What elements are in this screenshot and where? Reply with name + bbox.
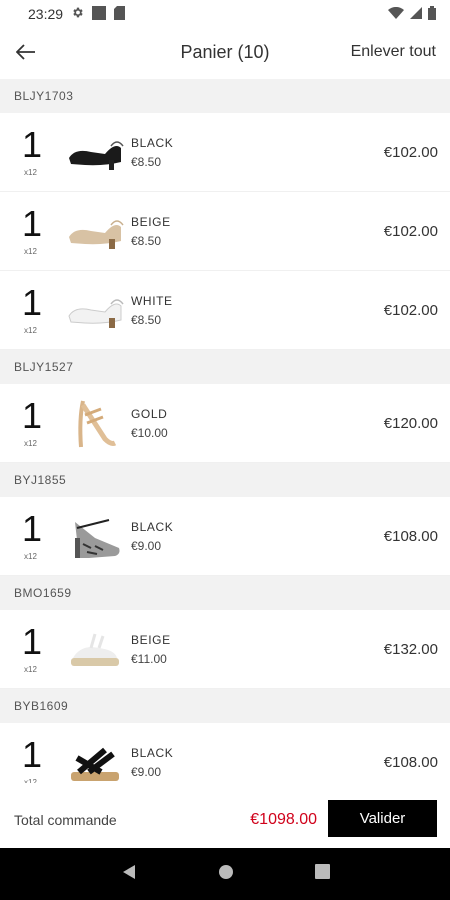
item-color: BEIGE bbox=[131, 214, 171, 229]
quantity[interactable]: 1 x12 bbox=[0, 723, 62, 784]
item-info: GOLD €10.00 bbox=[131, 407, 168, 440]
status-bar: 23:29 bbox=[0, 0, 450, 28]
item-unit-price: €9.00 bbox=[131, 538, 162, 553]
cart-item[interactable]: 1 x12 BLACK €8.50 €102.00 bbox=[0, 113, 450, 192]
item-total: €108.00 bbox=[383, 754, 438, 771]
item-color: BLACK bbox=[131, 519, 174, 534]
cart-item[interactable]: 1 x12 GOLD €10.00 €120.00 bbox=[0, 384, 450, 463]
item-color: GOLD bbox=[131, 406, 168, 421]
battery-icon bbox=[428, 5, 436, 23]
item-total: €132.00 bbox=[383, 640, 438, 658]
cart-item[interactable]: 1 x12 BEIGE €11.00 €132.00 bbox=[0, 610, 450, 689]
total-value: €1098.00 bbox=[250, 811, 317, 828]
quantity-value: 1 bbox=[22, 202, 43, 244]
quantity-value: 1 bbox=[22, 281, 43, 323]
quantity-multiplier: x12 bbox=[24, 664, 37, 674]
item-total: €108.00 bbox=[383, 527, 438, 545]
group-header: BLJY1527 bbox=[0, 350, 450, 384]
wifi-icon bbox=[388, 6, 404, 22]
signal-icon bbox=[410, 6, 422, 22]
quantity[interactable]: 1 x12 bbox=[0, 497, 62, 576]
group-header: BYJ1855 bbox=[0, 463, 450, 497]
back-arrow-icon[interactable] bbox=[0, 28, 52, 76]
app-square-icon bbox=[92, 5, 107, 23]
quantity[interactable]: 1 x12 bbox=[0, 610, 62, 689]
item-color: BEIGE bbox=[131, 632, 171, 647]
item-info: BLACK €9.00 bbox=[131, 520, 173, 553]
quantity[interactable]: 1 x12 bbox=[0, 192, 62, 271]
product-image bbox=[62, 733, 128, 784]
total-label: Total commande bbox=[14, 812, 117, 828]
settings-gear-icon bbox=[71, 6, 84, 22]
quantity-value: 1 bbox=[22, 123, 43, 165]
product-image bbox=[62, 201, 128, 261]
item-unit-price: €8.50 bbox=[131, 233, 162, 248]
cart-item[interactable]: 1 x12 WHITE €8.50 €102.00 bbox=[0, 271, 450, 350]
cart-list[interactable]: BLJY1703 1 x12 BLACK €8.50 €102.00 1 x12 BEIGE €8… bbox=[0, 79, 450, 783]
clear-all-button[interactable]: Enlever tout bbox=[351, 43, 436, 61]
item-info: BLACK €8.50 bbox=[131, 136, 173, 169]
item-total: €120.00 bbox=[383, 414, 438, 432]
quantity-multiplier: x12 bbox=[24, 325, 37, 335]
item-color: BLACK bbox=[131, 746, 174, 760]
quantity-value: 1 bbox=[22, 394, 43, 436]
quantity-value: 1 bbox=[22, 620, 43, 662]
quantity-multiplier: x12 bbox=[24, 551, 37, 561]
item-unit-price: €8.50 bbox=[131, 312, 162, 327]
nav-recents-icon[interactable] bbox=[314, 864, 330, 884]
item-info: WHITE €8.50 bbox=[131, 294, 173, 327]
quantity-value: 1 bbox=[22, 507, 43, 549]
group-header: BYB1609 bbox=[0, 689, 450, 723]
item-unit-price: €8.50 bbox=[131, 154, 162, 169]
app-bar: Panier (10) Enlever tout bbox=[0, 28, 450, 76]
item-info: BLACK €9.00 bbox=[131, 746, 173, 779]
sd-card-icon bbox=[114, 5, 126, 23]
quantity-multiplier: x12 bbox=[24, 438, 37, 448]
validate-button[interactable]: Valider bbox=[328, 800, 437, 837]
quantity[interactable]: 1 x12 bbox=[0, 271, 62, 350]
quantity-multiplier: x12 bbox=[24, 778, 37, 783]
nav-home-icon[interactable] bbox=[218, 864, 234, 885]
item-total: €102.00 bbox=[383, 222, 438, 240]
item-total: €102.00 bbox=[383, 301, 438, 319]
product-image bbox=[62, 393, 128, 453]
cart-item[interactable]: 1 x12 BLACK €9.00 €108.00 bbox=[0, 723, 450, 784]
product-image bbox=[62, 619, 128, 679]
item-color: BLACK bbox=[131, 135, 174, 150]
quantity[interactable]: 1 x12 bbox=[0, 384, 62, 463]
status-time: 23:29 bbox=[28, 6, 64, 22]
system-nav-bar bbox=[0, 848, 450, 900]
item-info: BEIGE €8.50 bbox=[131, 215, 171, 248]
cart-item[interactable]: 1 x12 BEIGE €8.50 €102.00 bbox=[0, 192, 450, 271]
quantity-multiplier: x12 bbox=[24, 167, 37, 177]
group-header: BLJY1703 bbox=[0, 79, 450, 113]
product-image bbox=[62, 506, 128, 566]
item-info: BEIGE €11.00 bbox=[131, 633, 171, 666]
item-unit-price: €9.00 bbox=[131, 765, 162, 779]
group-header: BMO1659 bbox=[0, 576, 450, 610]
quantity-value: 1 bbox=[22, 734, 43, 775]
item-unit-price: €10.00 bbox=[131, 425, 168, 440]
order-footer: Total commande €1098.00 Valider bbox=[0, 792, 450, 848]
product-image bbox=[62, 280, 128, 340]
item-unit-price: €11.00 bbox=[131, 651, 167, 666]
item-total: €102.00 bbox=[383, 143, 438, 161]
quantity-multiplier: x12 bbox=[24, 246, 37, 256]
item-color: WHITE bbox=[131, 293, 173, 308]
cart-item[interactable]: 1 x12 BLACK €9.00 €108.00 bbox=[0, 497, 450, 576]
nav-back-icon[interactable] bbox=[121, 864, 137, 885]
quantity[interactable]: 1 x12 bbox=[0, 113, 62, 192]
product-image bbox=[62, 122, 128, 182]
